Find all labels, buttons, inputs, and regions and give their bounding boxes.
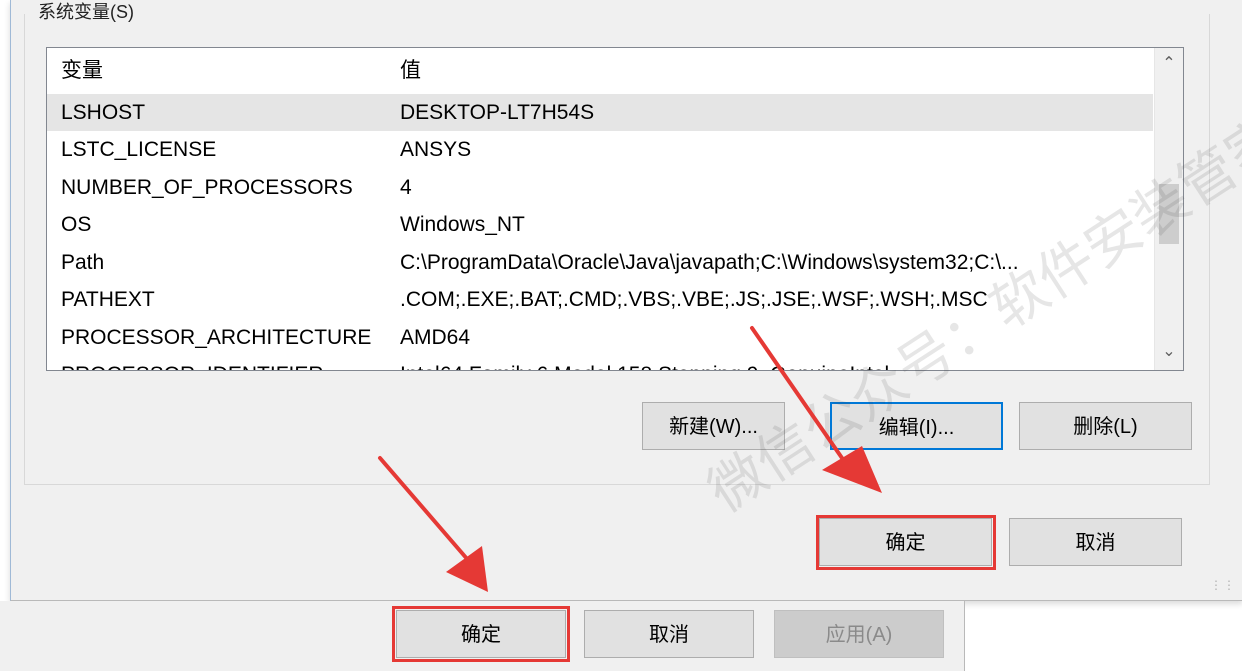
system-variables-group-title: 系统变量(S) xyxy=(36,2,136,22)
list-header: 变量 值 xyxy=(47,48,1153,95)
variable-name: NUMBER_OF_PROCESSORS xyxy=(61,176,353,199)
table-row[interactable]: OS Windows_NT xyxy=(47,206,1153,243)
table-row[interactable]: LSTC_LICENSE ANSYS xyxy=(47,131,1153,168)
props-apply-button[interactable]: 应用(A) xyxy=(774,610,944,658)
variable-name: OS xyxy=(61,213,92,236)
variable-name: LSHOST xyxy=(61,101,146,124)
variable-value: Windows_NT xyxy=(400,213,525,236)
table-row[interactable]: PATHEXT .COM;.EXE;.BAT;.CMD;.VBS;.VBE;.J… xyxy=(47,281,1153,318)
column-header-variable[interactable]: 变量 xyxy=(61,48,103,94)
system-variables-list[interactable]: 变量 值 LSHOST DESKTOP-LT7H54S LSTC_LICENSE… xyxy=(46,47,1184,371)
ok-highlight-box xyxy=(816,515,996,570)
env-cancel-button[interactable]: 取消 xyxy=(1009,518,1182,566)
props-cancel-button[interactable]: 取消 xyxy=(584,610,754,658)
variable-name: Path xyxy=(61,251,105,274)
variable-name: PROCESSOR_ARCHITECTURE xyxy=(61,326,372,349)
column-header-value[interactable]: 值 xyxy=(400,48,421,94)
edit-variable-button[interactable]: 编辑(I)... xyxy=(830,402,1003,450)
table-row[interactable]: Path C:\ProgramData\Oracle\Java\javapath… xyxy=(47,244,1153,281)
variable-name: PROCESSOR_IDENTIFIER xyxy=(61,356,324,370)
scroll-up-icon[interactable]: ⌃ xyxy=(1159,54,1179,74)
new-variable-button[interactable]: 新建(W)... xyxy=(642,402,785,450)
vertical-scrollbar[interactable]: ⌃ ⌄ xyxy=(1154,48,1183,370)
variable-name: LSTC_LICENSE xyxy=(61,138,217,161)
variable-value: ANSYS xyxy=(400,138,472,161)
props-ok-highlight-box xyxy=(392,606,570,662)
variable-value: Intel64 Family 6 Model 158 Stepping 9, G… xyxy=(400,356,889,370)
resize-grip-icon[interactable]: ⋮⋮ xyxy=(1210,578,1236,592)
variable-value: C:\ProgramData\Oracle\Java\javapath;C:\W… xyxy=(400,251,1019,274)
delete-variable-button[interactable]: 删除(L) xyxy=(1019,402,1192,450)
variable-value: 4 xyxy=(400,176,412,199)
variable-value: DESKTOP-LT7H54S xyxy=(400,101,595,124)
table-row[interactable]: NUMBER_OF_PROCESSORS 4 xyxy=(47,169,1153,206)
table-row[interactable]: LSHOST DESKTOP-LT7H54S xyxy=(47,94,1153,131)
table-row[interactable]: PROCESSOR_IDENTIFIER Intel64 Family 6 Mo… xyxy=(47,356,1153,370)
scroll-down-icon[interactable]: ⌄ xyxy=(1159,342,1179,362)
table-row[interactable]: PROCESSOR_ARCHITECTURE AMD64 xyxy=(47,319,1153,356)
variable-value: AMD64 xyxy=(400,326,471,349)
scroll-thumb[interactable] xyxy=(1159,184,1179,244)
variable-value: .COM;.EXE;.BAT;.CMD;.VBS;.VBE;.JS;.JSE;.… xyxy=(400,288,988,311)
variable-name: PATHEXT xyxy=(61,288,155,311)
